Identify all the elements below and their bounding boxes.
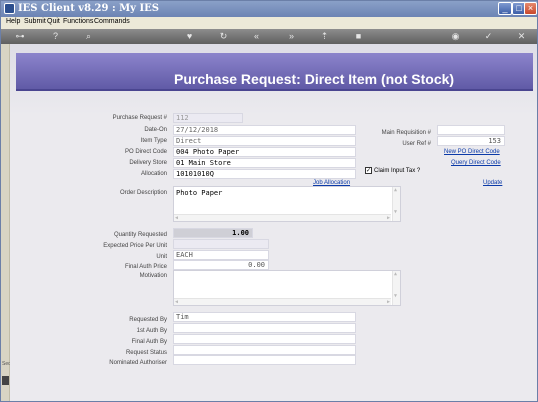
banner-divider [16,89,533,91]
save-icon[interactable]: ◉ [450,31,461,42]
order-description-vscroll[interactable]: ▲ ▼ [392,187,400,221]
item-type-label: Item Type [140,138,167,144]
main-requisition-field[interactable] [437,125,505,135]
delivery-store-label: Delivery Store [129,160,167,166]
final-auth-by-label: Final Auth By [131,339,167,345]
unit-field[interactable]: EACH [173,250,269,260]
menu-submit[interactable]: Submit [24,18,46,25]
nominated-authoriser-field[interactable] [173,355,356,365]
refresh-icon[interactable]: ↻ [218,31,229,42]
check-icon[interactable]: ✓ [483,31,494,42]
first-auth-by-label: 1st Auth By [136,328,167,334]
delivery-store-field[interactable]: 01 Main Store [173,158,356,168]
app-icon [4,3,15,14]
order-description-area[interactable]: Photo Paper ◀ ▶ ▲ ▼ [173,186,401,222]
claim-input-tax-label: Claim Input Tax ? [374,168,421,174]
motivation-hscroll[interactable]: ◀ ▶ [174,298,391,305]
expected-price-field[interactable] [173,239,269,249]
app-window: IES Client v8.29 : My IES _ □ × Help Sub… [0,0,538,402]
title-bar: IES Client v8.29 : My IES _ □ × [1,1,537,17]
heart-icon[interactable]: ♥ [184,31,195,42]
menu-help[interactable]: Help [6,18,20,25]
final-auth-price-field[interactable]: 0.00 [173,260,269,270]
key-icon[interactable]: ⊶ [11,31,29,42]
request-status-field[interactable] [173,345,356,355]
toolbar: ⊶ ? ⌕ ♥ ↻ « » ⇡ ■ ◉ ✓ ✕ [1,29,537,44]
window-title: IES Client v8.29 : My IES [18,3,159,14]
user-ref-label: User Ref # [402,141,431,147]
purchase-request-label: Purchase Request # [112,115,167,121]
new-po-direct-code-link[interactable]: New PO Direct Code [444,149,500,155]
purchase-request-field: 112 [173,113,243,123]
quantity-requested-label: Quantity Requested [113,232,167,238]
page-title: Purchase Request: Direct Item (not Stock… [174,71,455,87]
claim-input-tax-checkbox[interactable]: ✓ [365,167,372,174]
upload-icon[interactable]: ⇡ [319,31,330,42]
first-auth-by-field[interactable] [173,323,356,333]
motivation-label: Motivation [139,273,167,279]
menu-commands[interactable]: Commands [94,18,130,25]
order-description-text: Photo Paper [176,189,223,197]
po-direct-code-field[interactable]: 004 Photo Paper [173,147,356,157]
document-icon[interactable] [2,376,9,385]
request-status-label: Request Status [125,350,167,356]
update-link[interactable]: Update [483,180,502,186]
stop-icon[interactable]: ■ [353,31,364,42]
requested-by-field[interactable]: Tim [173,312,356,322]
minimize-button[interactable]: _ [498,2,512,15]
left-strip [1,44,10,401]
menu-bar: Help Submit Quit Functions Commands [1,17,537,29]
order-description-hscroll[interactable]: ◀ ▶ [174,214,391,221]
final-auth-by-field[interactable] [173,334,356,344]
date-on-field[interactable]: 27/12/2018 [173,125,356,135]
close-button[interactable]: × [524,2,537,15]
unit-label: Unit [156,254,167,260]
menu-functions[interactable]: Functions [63,18,93,25]
requested-by-label: Requested By [129,317,167,323]
expected-price-label: Expected Price Per Unit [103,243,167,249]
final-auth-price-label: Final Auth Price [124,264,167,270]
close-icon[interactable]: ✕ [516,31,527,42]
fast-forward-icon[interactable]: » [286,31,297,42]
quantity-requested-field[interactable]: 1.00 [173,228,253,238]
item-type-field[interactable]: Direct [173,136,356,146]
order-description-label: Order Description [119,190,167,196]
query-direct-code-link[interactable]: Query Direct Code [451,160,501,166]
help-icon[interactable]: ? [50,31,61,42]
menu-quit[interactable]: Quit [47,18,60,25]
nominated-authoriser-label: Nominated Authoriser [109,360,167,366]
allocation-field[interactable]: 10101010Q [173,169,356,179]
search-icon[interactable]: ⌕ [83,31,94,42]
date-on-label: Date-On [144,127,167,133]
motivation-vscroll[interactable]: ▲ ▼ [392,271,400,305]
rewind-icon[interactable]: « [251,31,262,42]
allocation-label: Allocation [140,171,167,177]
motivation-area[interactable]: ◀ ▶ ▲ ▼ [173,270,401,306]
po-direct-code-label: PO Direct Code [124,149,167,155]
main-requisition-label: Main Requisition # [381,130,431,136]
user-ref-field[interactable]: 153 [437,136,505,146]
